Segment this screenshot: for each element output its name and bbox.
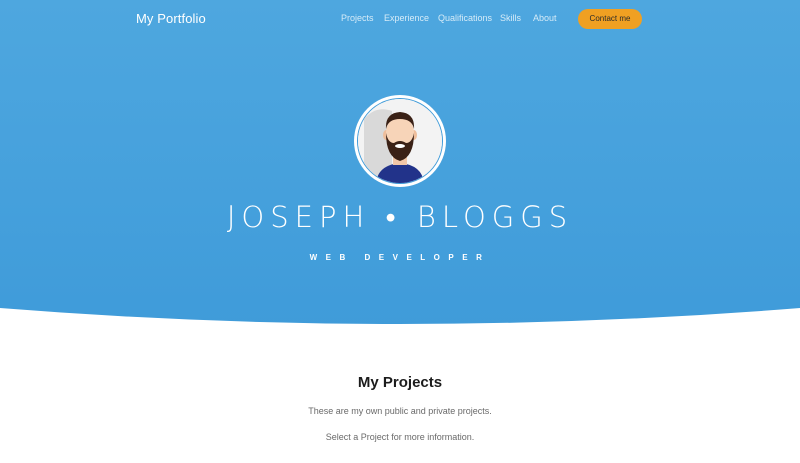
projects-instruction: Select a Project for more information.: [325, 432, 475, 442]
avatar: [357, 98, 443, 184]
nav-link-qualifications[interactable]: Qualifications: [438, 13, 492, 23]
hero-section: My Portfolio Projects Experience Qualifi…: [0, 0, 800, 330]
nav-link-experience[interactable]: Experience: [384, 13, 429, 23]
contact-me-button[interactable]: Contact me: [578, 9, 642, 29]
avatar-frame: [354, 95, 446, 187]
projects-description: These are my own public and private proj…: [308, 406, 492, 416]
hero-wave-divider: [0, 308, 800, 330]
projects-heading: My Projects: [357, 374, 443, 391]
nav-link-skills[interactable]: Skills: [500, 13, 521, 23]
brand-link[interactable]: My Portfolio: [136, 11, 206, 26]
navbar: My Portfolio Projects Experience Qualifi…: [0, 0, 800, 38]
hero-job-title: WEB DEVELOPER: [309, 253, 491, 262]
bearded-man-avatar-icon: [358, 99, 442, 183]
hero-name: JOSEPH • BLOGGS: [226, 200, 574, 234]
nav-link-about[interactable]: About: [533, 13, 557, 23]
nav-link-projects[interactable]: Projects: [341, 13, 374, 23]
